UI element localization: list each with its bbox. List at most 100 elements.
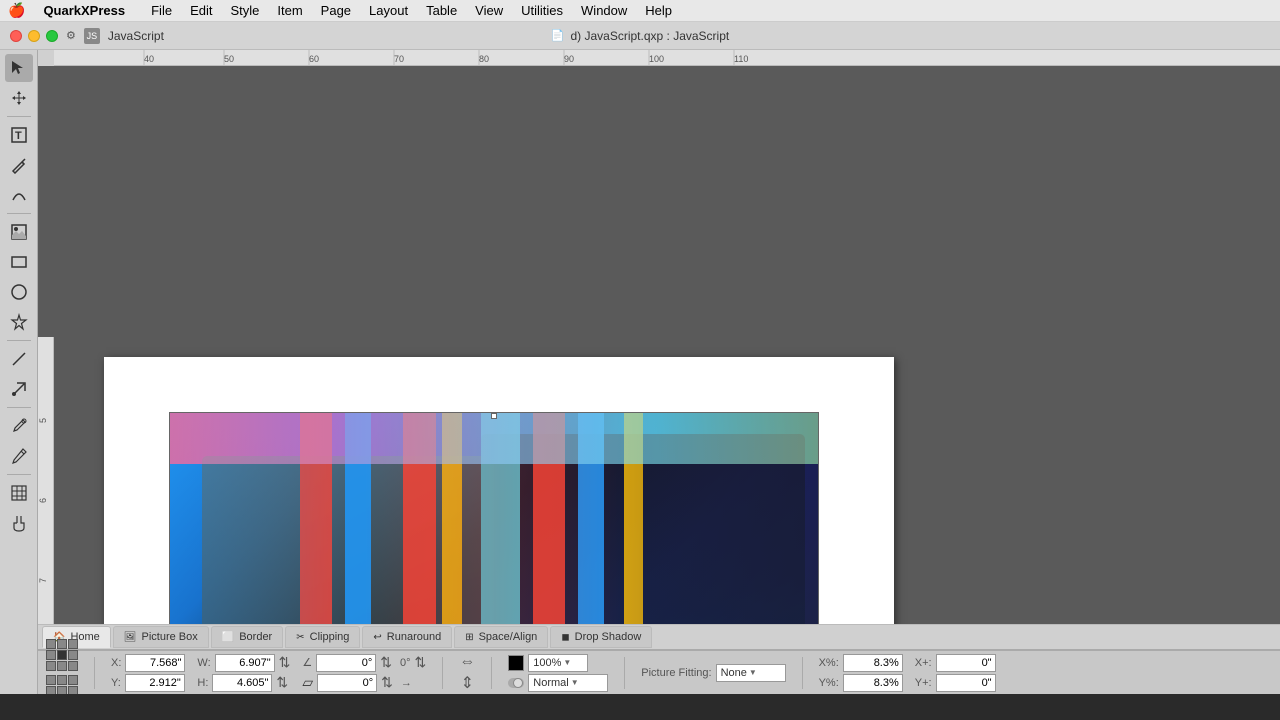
y-input[interactable] [125,674,185,692]
skew-field: ▱ ⇅ → [302,674,426,692]
xpct-label: X%: [819,657,839,669]
ypct-field: Y%: [819,674,903,692]
ref-dot-br[interactable] [68,661,78,671]
ref-dot-mc[interactable] [57,650,67,660]
xpct-input[interactable] [843,654,903,672]
rect-tool[interactable] [5,248,33,276]
tab-clipping[interactable]: ✂ Clipping [285,626,360,648]
menu-table[interactable]: Table [418,1,465,20]
menu-view[interactable]: View [467,1,511,20]
tab-border[interactable]: ⬜ Border [211,626,283,648]
close-button[interactable] [10,30,22,42]
text-tool[interactable]: T [5,121,33,149]
skew2-stepper[interactable]: ⇅ [381,674,393,691]
menu-file[interactable]: File [143,1,180,20]
toggle-field: Normal ▼ [508,674,608,692]
link-tool[interactable] [5,375,33,403]
canvas-inner[interactable]: Box Position Reference Point [54,337,1280,624]
table-tool[interactable] [5,479,33,507]
yoff-field: Y+: [915,674,996,692]
tab-space-align[interactable]: ⊞ Space/Align [454,626,548,648]
menu-window[interactable]: Window [573,1,635,20]
color-swatch[interactable] [508,655,524,671]
picture-fitting-dropdown[interactable]: None ▼ [716,664,786,682]
menu-quarkxpress[interactable]: QuarkXPress [35,1,133,20]
ref-dot-bc[interactable] [57,661,67,671]
handle-top[interactable] [491,413,497,419]
opacity-dropdown[interactable]: 100% ▼ [528,654,588,672]
ref-dot-tl[interactable] [46,639,56,649]
tool-separator-3 [7,340,31,341]
skew2-label: → [401,677,412,689]
w-input[interactable] [215,654,275,672]
star-tool[interactable] [5,308,33,336]
ref-dot-bl[interactable] [46,661,56,671]
angle-input[interactable] [316,654,376,672]
w-stepper[interactable]: ⇅ [279,654,291,671]
paint-tool[interactable] [5,442,33,470]
h-input[interactable] [212,674,272,692]
blend-mode-dropdown[interactable]: Normal ▼ [528,674,608,692]
window-title: 📄 d) JavaScript.qxp : JavaScript [551,29,729,43]
left-toolbar: T [0,50,38,694]
hand-tool[interactable] [5,509,33,537]
oval-tool[interactable] [5,278,33,306]
h-stepper[interactable]: ⇅ [276,674,288,691]
tab-drop-shadow[interactable]: ◼ Drop Shadow [550,626,652,648]
ruler-corner [38,50,54,66]
svg-text:110: 110 [734,54,748,64]
ref-point-grid[interactable] [46,639,78,671]
skew-stepper[interactable]: ⇅ [415,654,427,671]
picture-fitting-field: Picture Fitting: None ▼ [641,664,785,682]
ref-dot-tr[interactable] [68,639,78,649]
drop-shadow-icon: ◼ [561,632,569,643]
xoff-input[interactable] [936,654,996,672]
menu-help[interactable]: Help [637,1,680,20]
sep-4 [624,657,625,689]
line-tool[interactable] [5,345,33,373]
image-tool[interactable] [5,218,33,246]
xoff-label: X+: [915,657,932,669]
ref-dot-ml[interactable] [46,650,56,660]
ref-dot-mr[interactable] [68,650,78,660]
angle-stepper[interactable]: ⇅ [380,654,392,671]
menu-edit[interactable]: Edit [182,1,220,20]
traffic-lights [10,30,58,42]
chevron-down-icon: ▼ [563,658,571,667]
apple-logo[interactable]: 🍎 [8,2,25,19]
svg-text:60: 60 [309,54,319,64]
skew-input[interactable] [317,674,377,692]
flip-h-icon[interactable]: ⇔ [459,653,475,671]
menu-item[interactable]: Item [269,1,310,20]
yoff-input[interactable] [936,674,996,692]
move-tool[interactable] [5,84,33,112]
picture-box[interactable] [169,412,819,624]
tab-runaround[interactable]: ↩ Runaround [362,626,452,648]
ref-point-grid-2[interactable] [46,675,78,695]
select-tool[interactable] [5,54,33,82]
y-label: Y: [111,677,121,689]
xoff-field: X+: [915,654,996,672]
menu-page[interactable]: Page [313,1,359,20]
eyedropper-tool[interactable] [5,412,33,440]
w-field: W: ⇅ [197,654,290,672]
menu-utilities[interactable]: Utilities [513,1,571,20]
menu-layout[interactable]: Layout [361,1,416,20]
ref-dot-tc[interactable] [57,639,67,649]
ypct-input[interactable] [843,674,903,692]
toggle-switch[interactable] [508,678,524,688]
w-label: W: [197,657,210,669]
svg-text:7: 7 [38,578,48,583]
svg-text:6: 6 [38,498,48,503]
minimize-button[interactable] [28,30,40,42]
skew-icon: ▱ [302,674,313,691]
menu-style[interactable]: Style [222,1,267,20]
picture-fitting-label: Picture Fitting: [641,667,711,679]
x-input[interactable] [125,654,185,672]
bezier-tool[interactable] [5,181,33,209]
tab-picture-box[interactable]: 🖼 Picture Box [113,626,209,648]
sep-5 [802,657,803,689]
flip-v-icon[interactable]: ⇕ [461,673,474,693]
maximize-button[interactable] [46,30,58,42]
pen-tool[interactable] [5,151,33,179]
